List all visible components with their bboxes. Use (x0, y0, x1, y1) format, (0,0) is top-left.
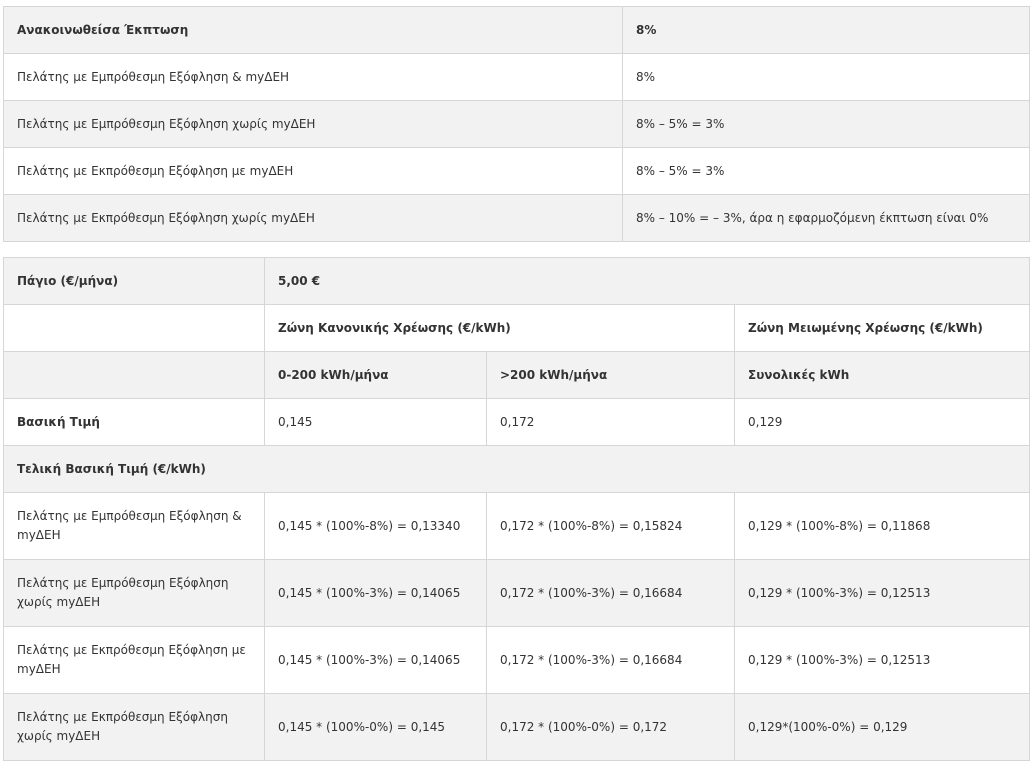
discount-row-label: Πελάτης με Εκπρόθεσμη Εξόφληση με myΔΕΗ (3, 147, 623, 195)
discount-table: Ανακοινωθείσα Έκπτωση 8% Πελάτης με Εμπρ… (3, 6, 1030, 242)
final-row-value: 0,145 * (100%-0%) = 0,145 (264, 693, 487, 761)
empty-cell (3, 351, 265, 399)
final-row-value: 0,129 * (100%-8%) = 0,11868 (734, 492, 1030, 560)
final-section-row: Τελική Βασική Τιμή (€/kWh) (3, 445, 1030, 493)
final-row-label: Πελάτης με Εκπρόθεσμη Εξόφληση με myΔΕΗ (3, 626, 265, 694)
base-price-value: 0,172 (486, 398, 735, 446)
discount-row-value: 8% – 5% = 3% (622, 100, 1030, 148)
discount-header-value: 8% (622, 6, 1030, 54)
base-price-value: 0,129 (734, 398, 1030, 446)
sub-header-cell: Συνολικές kWh (734, 351, 1030, 399)
sub-header-cell: 0-200 kWh/μήνα (264, 351, 487, 399)
final-row-value: 0,172 * (100%-3%) = 0,16684 (486, 626, 735, 694)
discount-row-label: Πελάτης με Εμπρόθεσμη Εξόφληση & myΔΕΗ (3, 53, 623, 101)
table-row: Πελάτης με Εκπρόθεσμη Εξόφληση με myΔΕΗ … (3, 626, 1030, 694)
fixed-charge-value: 5,00 € (264, 257, 1030, 305)
base-price-label: Βασική Τιμή (3, 398, 265, 446)
base-price-row: Βασική Τιμή 0,145 0,172 0,129 (3, 398, 1030, 446)
final-row-value: 0,145 * (100%-8%) = 0,13340 (264, 492, 487, 560)
discount-row-label: Πελάτης με Εκπρόθεσμη Εξόφληση χωρίς myΔ… (3, 194, 623, 242)
zone-header-row: Ζώνη Κανονικής Χρέωσης (€/kWh) Ζώνη Μειω… (3, 304, 1030, 352)
discount-row-label: Πελάτης με Εμπρόθεσμη Εξόφληση χωρίς myΔ… (3, 100, 623, 148)
discount-header-label: Ανακοινωθείσα Έκπτωση (3, 6, 623, 54)
final-section-label: Τελική Βασική Τιμή (€/kWh) (3, 445, 1030, 493)
final-row-value: 0,172 * (100%-3%) = 0,16684 (486, 559, 735, 627)
final-row-value: 0,172 * (100%-0%) = 0,172 (486, 693, 735, 761)
fixed-charge-row: Πάγιο (€/μήνα) 5,00 € (3, 257, 1030, 305)
discount-header-row: Ανακοινωθείσα Έκπτωση 8% (3, 6, 1030, 54)
table-row: Πελάτης με Εμπρόθεσμη Εξόφληση & myΔΕΗ 0… (3, 492, 1030, 560)
final-row-label: Πελάτης με Εμπρόθεσμη Εξόφληση & myΔΕΗ (3, 492, 265, 560)
table-row: Πελάτης με Εκπρόθεσμη Εξόφληση με myΔΕΗ … (3, 147, 1030, 195)
final-row-value: 0,145 * (100%-3%) = 0,14065 (264, 626, 487, 694)
sub-header-row: 0-200 kWh/μήνα >200 kWh/μήνα Συνολικές k… (3, 351, 1030, 399)
final-row-value: 0,129*(100%-0%) = 0,129 (734, 693, 1030, 761)
final-row-value: 0,129 * (100%-3%) = 0,12513 (734, 626, 1030, 694)
final-row-value: 0,172 * (100%-8%) = 0,15824 (486, 492, 735, 560)
fixed-charge-label: Πάγιο (€/μήνα) (3, 257, 265, 305)
final-row-label: Πελάτης με Εμπρόθεσμη Εξόφληση χωρίς myΔ… (3, 559, 265, 627)
zone-reduced-header: Ζώνη Μειωμένης Χρέωσης (€/kWh) (734, 304, 1030, 352)
final-row-value: 0,145 * (100%-3%) = 0,14065 (264, 559, 487, 627)
table-row: Πελάτης με Εμπρόθεσμη Εξόφληση χωρίς myΔ… (3, 559, 1030, 627)
price-table: Πάγιο (€/μήνα) 5,00 € Ζώνη Κανονικής Χρέ… (3, 257, 1030, 761)
final-row-label: Πελάτης με Εκπρόθεσμη Εξόφληση χωρίς myΔ… (3, 693, 265, 761)
final-row-value: 0,129 * (100%-3%) = 0,12513 (734, 559, 1030, 627)
table-row: Πελάτης με Εμπρόθεσμη Εξόφληση & myΔΕΗ 8… (3, 53, 1030, 101)
table-row: Πελάτης με Εκπρόθεσμη Εξόφληση χωρίς myΔ… (3, 194, 1030, 242)
base-price-value: 0,145 (264, 398, 487, 446)
table-row: Πελάτης με Εμπρόθεσμη Εξόφληση χωρίς myΔ… (3, 100, 1030, 148)
sub-header-cell: >200 kWh/μήνα (486, 351, 735, 399)
zone-normal-header: Ζώνη Κανονικής Χρέωσης (€/kWh) (264, 304, 735, 352)
table-row: Πελάτης με Εκπρόθεσμη Εξόφληση χωρίς myΔ… (3, 693, 1030, 761)
discount-row-value: 8% – 10% = – 3%, άρα η εφαρμοζόμενη έκπτ… (622, 194, 1030, 242)
empty-cell (3, 304, 265, 352)
discount-row-value: 8% (622, 53, 1030, 101)
discount-row-value: 8% – 5% = 3% (622, 147, 1030, 195)
